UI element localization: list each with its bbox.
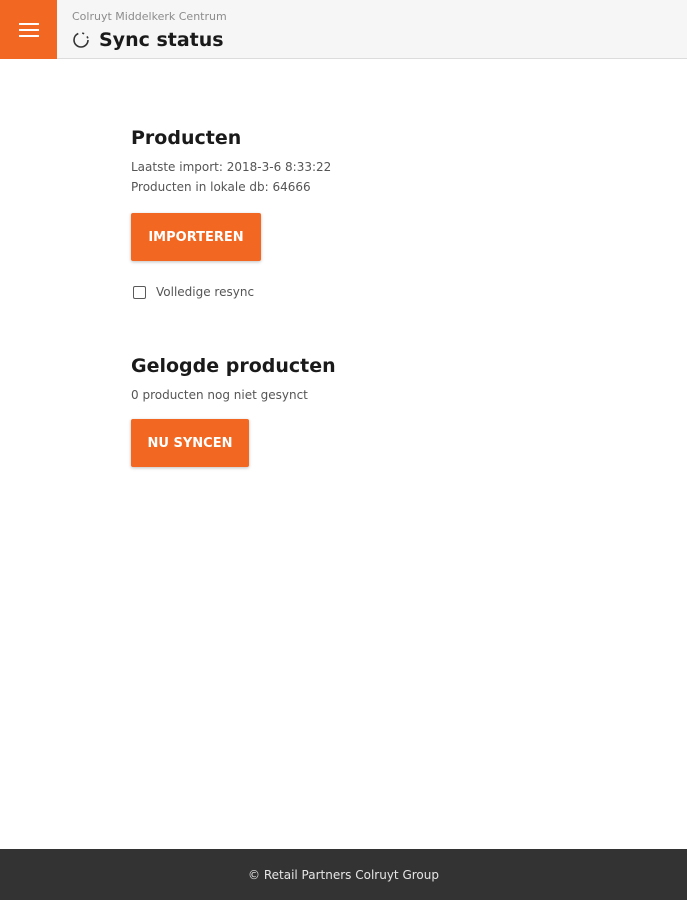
full-resync-checkbox[interactable] <box>133 285 146 299</box>
footer-copyright: © Retail Partners Colruyt Group <box>248 867 439 882</box>
logged-products-heading: Gelogde producten <box>131 355 336 377</box>
full-resync-label: Volledige resync <box>156 285 255 299</box>
full-resync-checkbox-row[interactable]: Volledige resync <box>131 285 551 299</box>
page-title: Sync status <box>99 29 224 51</box>
app-root: Colruyt Middelkerk Centrum Sync status P… <box>0 0 687 900</box>
hamburger-menu-icon <box>18 22 39 37</box>
app-header: Colruyt Middelkerk Centrum Sync status <box>0 0 687 59</box>
footer: © Retail Partners Colruyt Group <box>0 849 687 900</box>
title-row: Sync status <box>72 28 224 52</box>
products-heading: Producten <box>131 127 242 149</box>
menu-button[interactable] <box>0 0 57 59</box>
store-name: Colruyt Middelkerk Centrum <box>72 10 227 23</box>
sync-now-button[interactable]: NU SYNCEN <box>131 419 249 467</box>
local-db-count-text: Producten in lokale db: 64666 <box>131 180 311 194</box>
import-button[interactable]: IMPORTEREN <box>131 213 261 261</box>
last-import-text: Laatste import: 2018-3-6 8:33:22 <box>131 160 332 174</box>
sync-spinner-icon <box>72 31 90 49</box>
products-section: Producten Laatste import: 2018-3-6 8:33:… <box>131 127 551 299</box>
logged-products-section: Gelogde producten 0 producten nog niet g… <box>131 355 551 467</box>
unsynced-status-text: 0 producten nog niet gesynct <box>131 388 308 402</box>
